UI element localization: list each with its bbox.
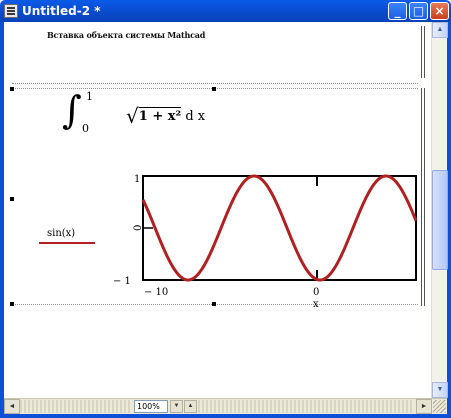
arrow-down-icon[interactable]: ▼ [432,382,448,398]
y-tick-bottom: − 1 [113,276,131,287]
region-edge-mark [10,197,14,201]
vertical-scroll-thumb[interactable] [432,170,448,270]
vertical-scrollbar[interactable]: ▲ ▼ [431,22,448,398]
differential: d x [185,109,206,124]
y-tick-top: 1 [134,174,140,185]
horizontal-scrollbar[interactable]: ◄ 100% ▼ ▲ ► [4,398,447,414]
x-tick-left: − 10 [144,287,168,298]
region-separator [12,83,418,84]
mathcad-document-icon[interactable] [4,4,18,18]
object-border-right [421,88,425,306]
radicand: 1 + x² [138,107,182,124]
zoom-down-button[interactable]: ▼ [170,400,183,413]
resize-grip-icon[interactable] [433,400,446,413]
horizontal-scroll-track[interactable] [20,400,132,413]
inserted-object-heading[interactable]: Вставка объекта системы Mathcad [47,30,205,40]
integral-sign: ∫ [62,88,82,132]
plot-border [142,175,417,281]
integral-expression[interactable]: ∫ 1 0 √1 + x² d x [62,88,262,140]
worksheet-area[interactable]: Вставка объекта системы Mathcad ∫ 1 0 √1… [4,22,431,398]
trace-legend-label[interactable]: sin(x) [47,228,75,239]
sine-curve [141,174,418,282]
xy-plot[interactable]: 1 − 1 0 − 10 0 x [113,172,418,312]
radical-sign: √ [126,104,139,128]
maximize-button[interactable]: □ [409,2,428,20]
page-margin-marker [421,26,425,78]
close-button[interactable]: × [430,2,449,20]
region-corner-mark [10,302,14,306]
integrand: √1 + x² d x [126,104,205,128]
arrow-right-icon[interactable]: ► [416,399,432,414]
title-bar[interactable]: Untitled-2 * _ □ × [0,0,451,22]
zoom-level-field[interactable]: 100% [134,400,168,413]
x-tick-mid: 0 [313,287,319,298]
region-corner-mark [10,87,14,91]
window-title: Untitled-2 * [22,4,101,18]
arrow-left-icon[interactable]: ◄ [4,399,20,414]
window-frame-bottom [0,414,451,418]
horizontal-scroll-track[interactable] [198,400,414,413]
arrow-up-icon[interactable]: ▲ [432,22,448,38]
x-axis-label: x [313,299,319,310]
integral-lower-limit: 0 [82,122,89,135]
integral-upper-limit: 1 [86,90,93,103]
plot-canvas: 1 − 1 0 − 10 0 x [113,174,418,310]
minimize-button[interactable]: _ [388,2,407,20]
y-axis-label: 0 [133,225,144,231]
trace-legend-line [39,242,95,244]
zoom-up-button[interactable]: ▲ [184,400,197,413]
